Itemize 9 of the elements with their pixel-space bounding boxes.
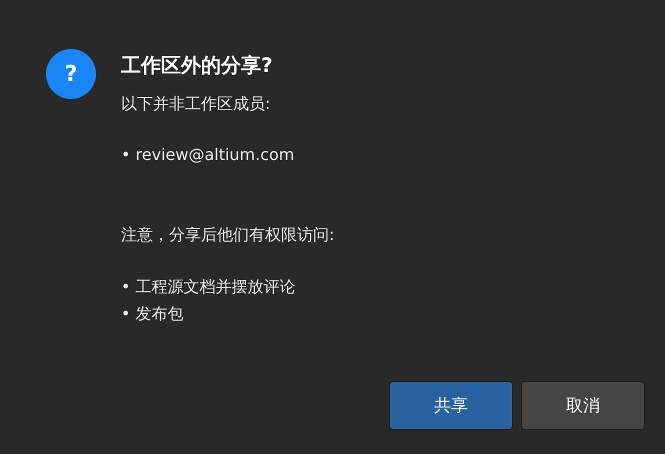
- member-item: • review@altium.com: [121, 144, 296, 166]
- intro-text: 以下并非工作区成员:: [121, 93, 272, 115]
- permission-item: • 工程源文档并摆放评论: [121, 276, 297, 298]
- cancel-button[interactable]: 取消: [521, 381, 645, 430]
- note-text: 注意，分享后他们有权限访问:: [121, 224, 334, 246]
- question-icon: ?: [46, 49, 96, 99]
- share-button[interactable]: 共享: [389, 381, 513, 430]
- permission-item: • 发布包: [121, 303, 185, 325]
- dialog-title: 工作区外的分享?: [121, 52, 274, 79]
